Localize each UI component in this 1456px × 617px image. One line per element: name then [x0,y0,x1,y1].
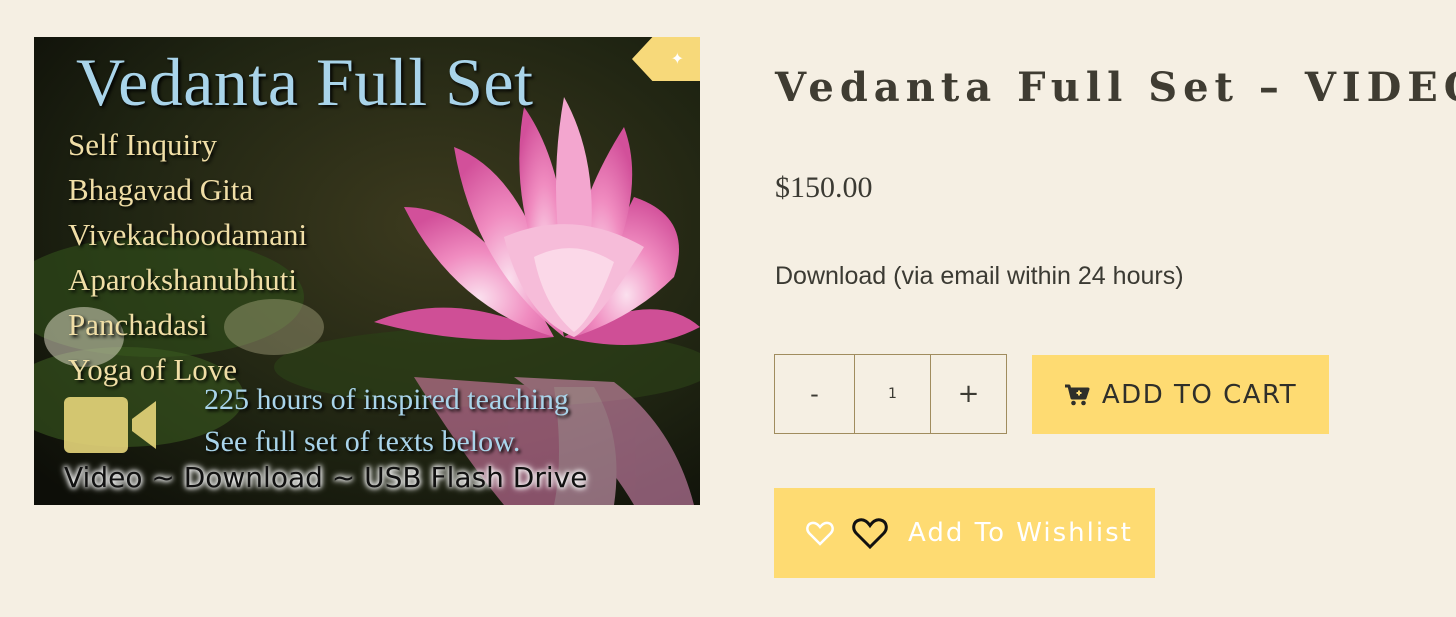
add-to-cart-button[interactable]: ADD TO CART [1032,355,1329,434]
image-hours: 225 hours of inspired teaching [204,383,569,416]
image-course: Bhagavad Gita [68,172,254,207]
product-image[interactable]: ✦ Vedanta Full Set Self Inquiry Bhagavad… [34,37,700,505]
image-course: Aparokshanubhuti [68,262,298,297]
quantity-stepper: - 1 + [774,354,1007,434]
image-course: Self Inquiry [68,127,217,162]
heart-icon [852,517,888,549]
image-see-texts: See full set of texts below. [204,425,521,458]
quantity-increase-button[interactable]: + [931,355,1006,433]
product-title: Vedanta Full Set – VIDEO [775,64,1456,111]
cart-plus-icon [1064,384,1090,405]
quantity-input[interactable]: 1 [855,355,931,433]
product-price: $150.00 [775,171,873,204]
image-formats: Video ~ Download ~ USB Flash Drive [64,461,588,494]
pin-icon: ✦ [670,49,684,68]
product-variant: Download (via email within 24 hours) [775,262,1184,290]
image-title: Vedanta Full Set [76,44,534,120]
image-course: Panchadasi [68,307,208,342]
image-course: Vivekachoodamani [68,217,308,252]
add-to-wishlist-button[interactable]: Add To Wishlist [774,488,1155,578]
add-to-wishlist-label: Add To Wishlist [908,518,1133,548]
heart-icon [806,520,834,546]
video-camera-icon [64,397,156,453]
quantity-decrease-button[interactable]: - [775,355,855,433]
add-to-cart-label: ADD TO CART [1101,379,1298,410]
